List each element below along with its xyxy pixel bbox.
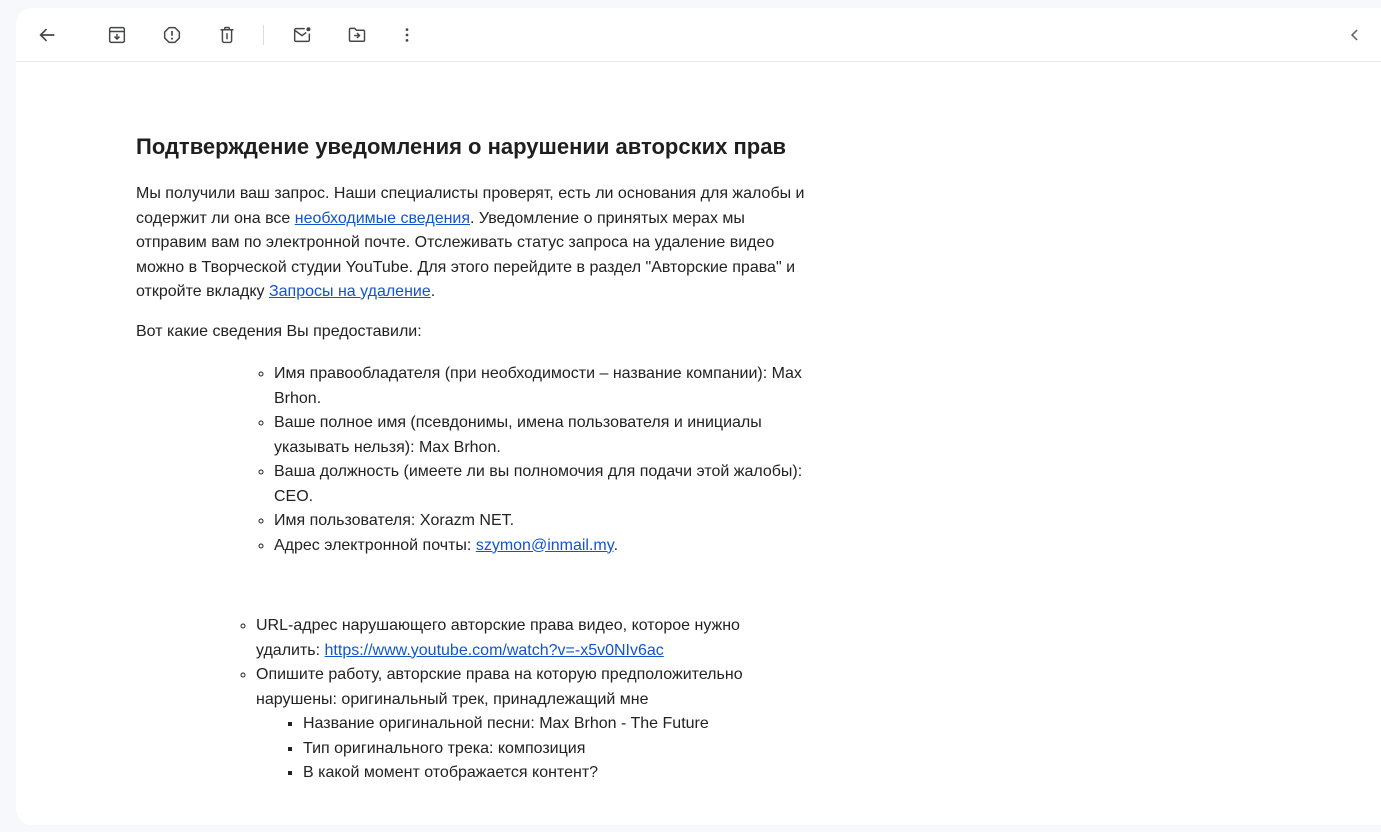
video-url-link[interactable]: https://www.youtube.com/watch?v=-x5v0NIv… [325,642,664,659]
back-arrow-icon [36,24,58,46]
required-info-link[interactable]: необходимые сведения [295,210,470,227]
more-options-button[interactable] [387,15,427,55]
sub-item-track-type: Тип оригинального трека: композиция [303,737,826,762]
intro-line5-post: . [431,283,435,300]
video-url-label-line2: удалить: [256,642,325,659]
provided-details-list: Имя правообладателя (при необходимости –… [136,362,826,558]
list-item-rights-holder: Имя правообладателя (при необходимости –… [274,362,826,411]
intro-line1: Мы получили ваш запрос. Наши специалисты… [136,185,805,202]
email-subject-title: Подтверждение уведомления о нарушении ав… [136,127,826,167]
mark-unread-icon [291,24,313,46]
email-suffix: . [614,537,618,554]
delete-icon [216,24,238,46]
report-spam-icon [161,24,183,46]
report-spam-button[interactable] [152,15,192,55]
collapse-pane-button[interactable] [1339,19,1371,51]
original-track-sublist: Название оригинальной песни: Max Brhon -… [256,712,826,786]
back-button[interactable] [27,15,67,55]
intro-line2-post: . Уведомление о принятых мерах мы [470,210,745,227]
move-to-button[interactable] [337,15,377,55]
more-vert-icon [396,24,418,46]
archive-button[interactable] [97,15,137,55]
intro-line4: можно в Творческой студии YouTube. Для э… [136,259,795,276]
sub-item-content-moment: В какой момент отображается контент? [303,761,826,786]
email-address-link[interactable]: szymon@inmail.my [476,537,614,554]
mail-toolbar [16,8,1381,62]
list-item-video-url: URL-адрес нарушающего авторские права ви… [256,614,826,663]
archive-icon [106,24,128,46]
toolbar-divider [263,25,264,45]
list-item-username: Имя пользователя: Xorazm NET. [274,509,826,534]
list-item-full-name: Ваше полное имя (псевдонимы, имена польз… [274,411,826,460]
intro-line2-pre: содержит ли она все [136,210,295,227]
mark-unread-button[interactable] [282,15,322,55]
intro-line5-pre: откройте вкладку [136,283,269,300]
intro-paragraph: Мы получили ваш запрос. Наши специалисты… [136,182,826,305]
message-body: Подтверждение уведомления о нарушении ав… [16,62,1381,825]
video-url-label-line1: URL-адрес нарушающего авторские права ви… [256,617,740,634]
email-label: Адрес электронной почты: [274,537,476,554]
provided-heading: Вот какие сведения Вы предоставили: [136,320,826,345]
intro-line3: отправим вам по электронной почте. Отсле… [136,234,774,251]
video-details-list: URL-адрес нарушающего авторские права ви… [136,614,826,786]
removal-requests-link[interactable]: Запросы на удаление [269,283,431,300]
list-item-describe-work: Опишите работу, авторские права на котор… [256,663,826,712]
list-item-email: Адрес электронной почты: szymon@inmail.m… [274,534,826,559]
delete-button[interactable] [207,15,247,55]
sub-item-song-title: Название оригинальной песни: Max Brhon -… [303,712,826,737]
list-item-position: Ваша должность (имеете ли вы полномочия … [274,460,826,509]
chevron-left-icon [1345,25,1365,45]
mail-card: Подтверждение уведомления о нарушении ав… [16,8,1381,825]
move-to-folder-icon [346,24,368,46]
